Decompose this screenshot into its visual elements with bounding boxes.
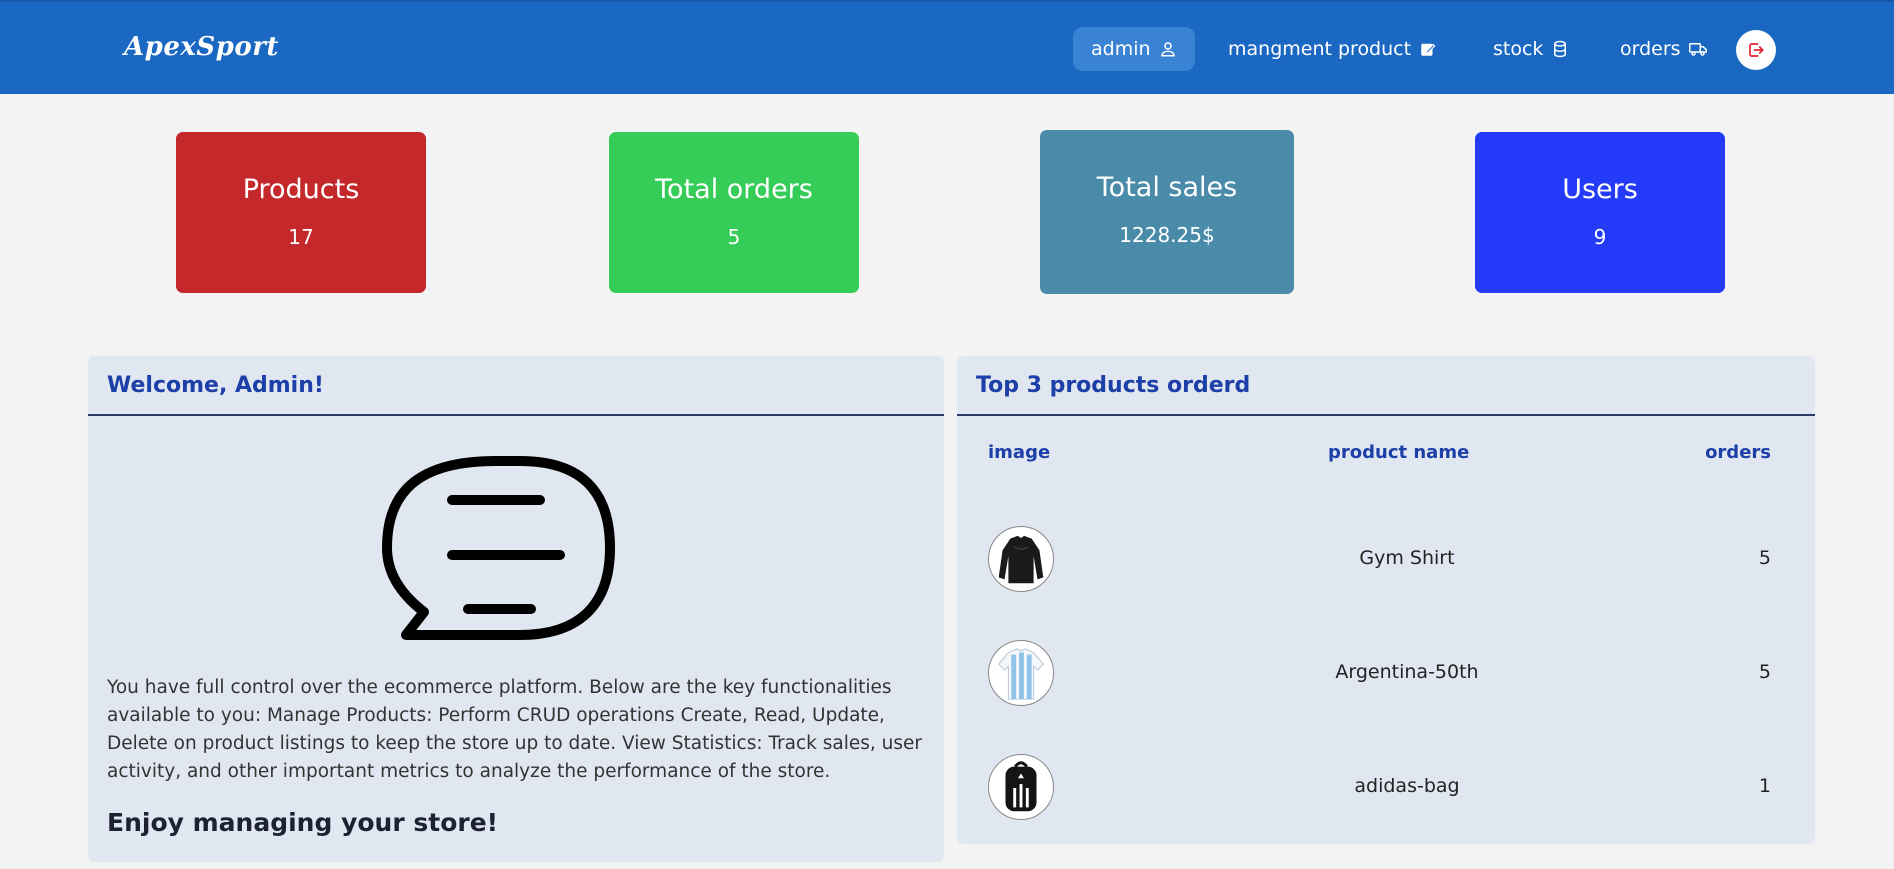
stat-value: 1228.25$ bbox=[1119, 223, 1215, 247]
nav-orders-label: orders bbox=[1620, 38, 1681, 60]
stat-title: Total sales bbox=[1096, 172, 1238, 203]
stat-value: 9 bbox=[1593, 225, 1607, 249]
product-image bbox=[988, 640, 1054, 706]
stat-value: 5 bbox=[727, 225, 741, 249]
stat-card-total-orders: Total orders 5 bbox=[609, 132, 859, 293]
navbar: ApexSport admin mangment product stock o… bbox=[0, 0, 1894, 94]
product-image bbox=[988, 526, 1054, 592]
column-header-orders: orders bbox=[1705, 442, 1771, 463]
logout-button[interactable] bbox=[1736, 30, 1776, 70]
nav-stock-label: stock bbox=[1493, 38, 1544, 60]
stat-value: 17 bbox=[288, 225, 314, 249]
top-products-title: Top 3 products orderd bbox=[957, 356, 1815, 416]
nav-manage-label: mangment product bbox=[1228, 38, 1412, 60]
nav-stock[interactable]: stock bbox=[1475, 27, 1587, 71]
stat-card-users: Users 9 bbox=[1475, 132, 1725, 293]
database-icon bbox=[1554, 40, 1567, 58]
edit-icon bbox=[1421, 43, 1436, 56]
table-row: adidas-bag 1 bbox=[957, 742, 1815, 832]
stat-title: Total orders bbox=[655, 174, 813, 205]
column-header-product-name: product name bbox=[1328, 442, 1470, 463]
welcome-panel: Welcome, Admin! You have full control ov… bbox=[88, 356, 944, 862]
product-image bbox=[988, 754, 1054, 820]
stat-card-total-sales: Total sales 1228.25$ bbox=[1040, 130, 1294, 294]
welcome-title: Welcome, Admin! bbox=[88, 356, 944, 416]
product-name: adidas-bag bbox=[1354, 775, 1460, 797]
product-orders: 5 bbox=[1758, 547, 1771, 569]
brand-logo[interactable]: ApexSport bbox=[124, 32, 279, 62]
welcome-footer: Enjoy managing your store! bbox=[107, 808, 499, 837]
user-icon bbox=[1160, 42, 1175, 57]
stat-title: Users bbox=[1562, 174, 1638, 205]
nav-manage-product[interactable]: mangment product bbox=[1210, 27, 1455, 71]
top-products-panel: Top 3 products orderd image product name… bbox=[957, 356, 1815, 844]
product-name: Gym Shirt bbox=[1359, 547, 1455, 569]
product-orders: 5 bbox=[1758, 661, 1771, 683]
table-row: Argentina-50th 5 bbox=[957, 628, 1815, 718]
welcome-description: You have full control over the ecommerce… bbox=[107, 677, 923, 782]
truck-icon bbox=[1688, 43, 1707, 56]
shirt-image bbox=[998, 535, 1044, 584]
chat-bubble-icon bbox=[382, 456, 615, 640]
jersey-image bbox=[998, 648, 1044, 700]
logout-icon bbox=[1749, 43, 1764, 57]
nav-admin-label: admin bbox=[1091, 38, 1151, 60]
stat-card-products: Products 17 bbox=[176, 132, 426, 293]
table-row: Gym Shirt 5 bbox=[957, 514, 1815, 604]
stat-title: Products bbox=[242, 174, 360, 205]
nav-admin[interactable]: admin bbox=[1073, 27, 1195, 71]
column-header-image: image bbox=[988, 442, 1051, 463]
product-orders: 1 bbox=[1758, 775, 1771, 797]
nav-orders[interactable]: orders bbox=[1602, 27, 1725, 71]
backpack-image bbox=[1005, 761, 1037, 812]
product-name: Argentina-50th bbox=[1335, 661, 1479, 683]
